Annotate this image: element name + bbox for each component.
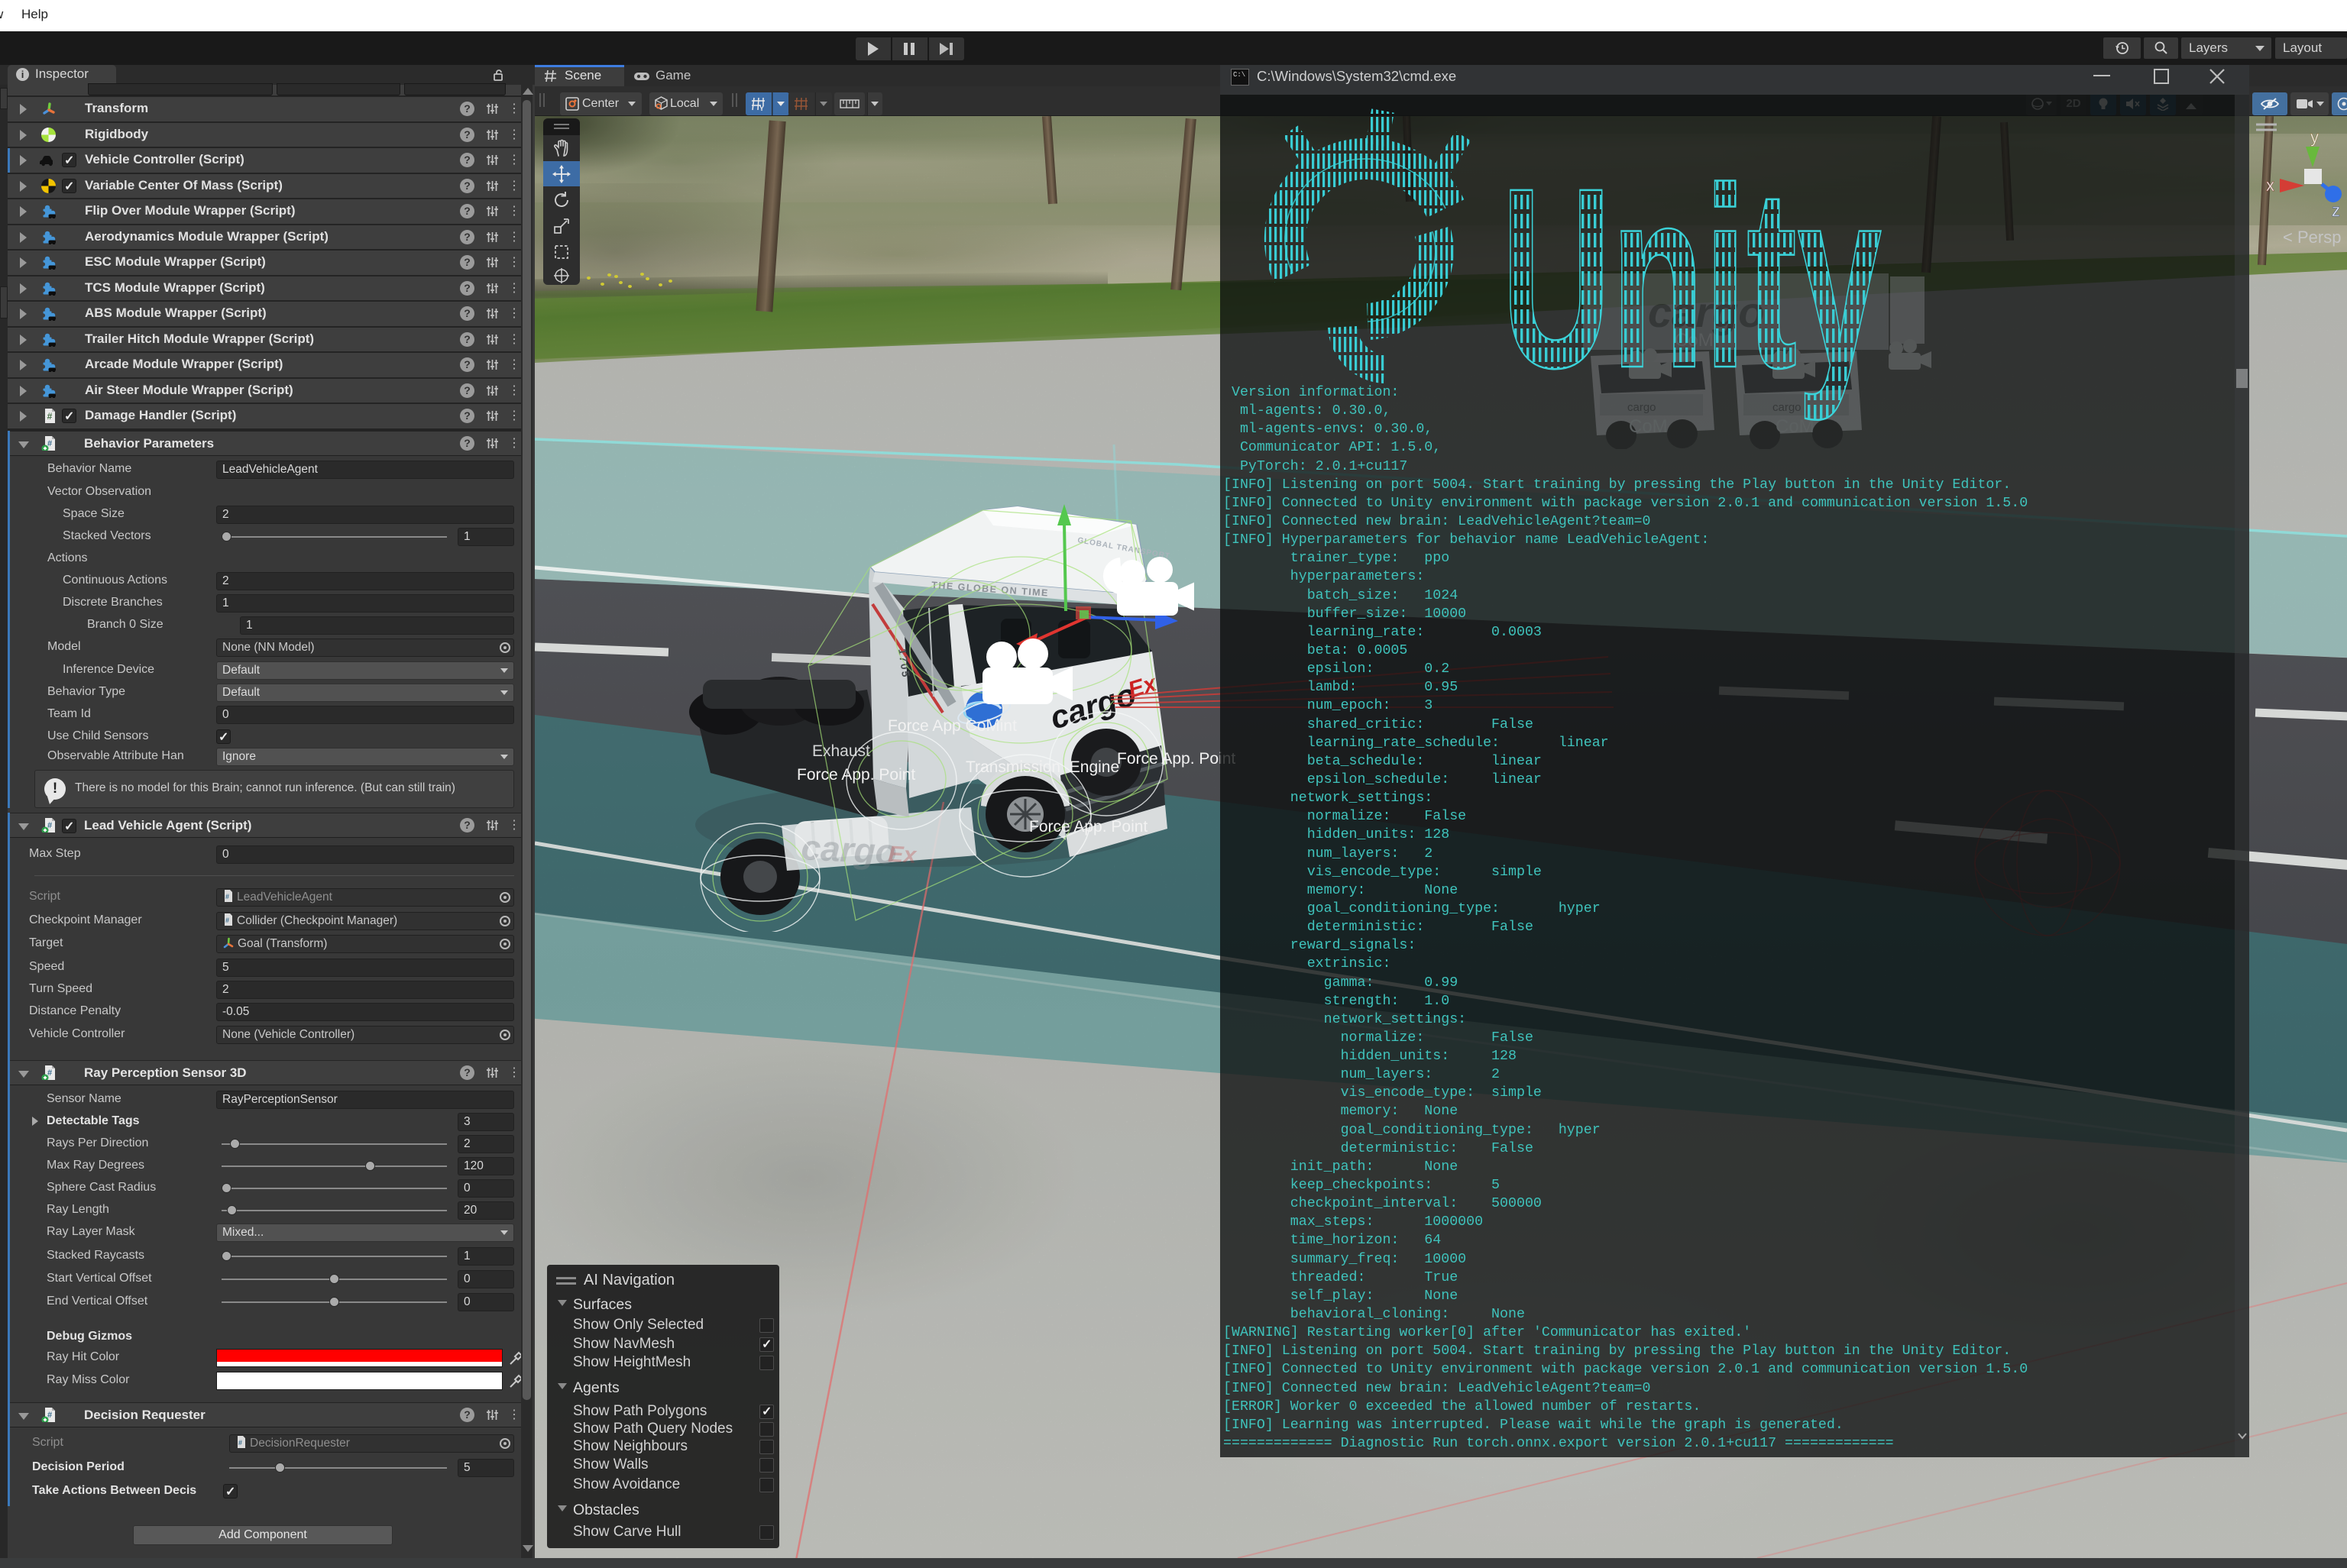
- svg-text:x: x: [2266, 176, 2274, 195]
- svg-text:cargo: cargo: [800, 827, 898, 871]
- svg-text:#: #: [225, 893, 229, 900]
- svg-text:z: z: [2332, 201, 2340, 220]
- svg-text:y: y: [2310, 128, 2319, 147]
- svg-text:#: #: [47, 411, 53, 422]
- svg-text:#: #: [238, 1439, 242, 1447]
- svg-text:Y: Y: [759, 105, 764, 112]
- svg-text:Ex: Ex: [888, 842, 918, 868]
- svg-text:#: #: [225, 917, 229, 924]
- svg-text:Unity: Unity: [1501, 135, 1882, 423]
